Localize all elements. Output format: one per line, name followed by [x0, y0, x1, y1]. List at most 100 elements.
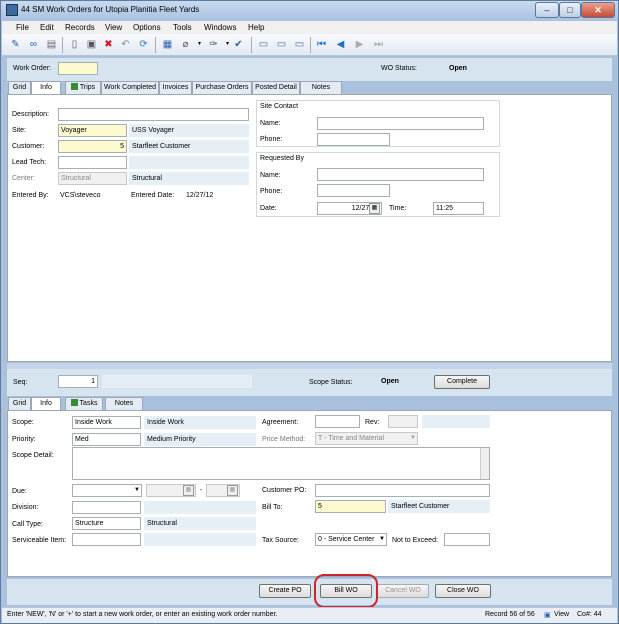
menu-file[interactable]: File: [16, 23, 29, 32]
bill-to-name: Starfleet Customer: [388, 500, 490, 513]
due-label: Due:: [12, 488, 27, 495]
agreement-name: [422, 415, 490, 428]
seq-label: Seq:: [13, 379, 28, 386]
requested-by-time-input[interactable]: 11:25: [433, 202, 484, 215]
spellcheck-icon[interactable]: ✔: [231, 37, 246, 52]
maximize-button[interactable]: □: [559, 2, 581, 18]
view-indicator[interactable]: View: [554, 611, 569, 618]
status-bar: Enter 'NEW', 'N' or '+' to start a new w…: [2, 607, 617, 623]
site-contact-phone-label: Phone:: [260, 136, 283, 143]
refresh-icon[interactable]: ⟳: [136, 37, 151, 52]
scope-detail-scrollbar[interactable]: [480, 448, 489, 479]
calculator-icon[interactable]: ▦: [160, 37, 175, 52]
requested-by-name-input[interactable]: [317, 168, 484, 181]
dropdown-icon[interactable]: ▾: [192, 37, 207, 52]
scope-detail-textarea[interactable]: [72, 447, 490, 480]
scope-input[interactable]: Inside Work: [72, 416, 141, 429]
menu-help[interactable]: Help: [248, 23, 264, 32]
division-label: Division:: [12, 504, 39, 511]
prev-record-icon[interactable]: ◀: [333, 37, 348, 52]
site-input[interactable]: Voyager: [58, 124, 127, 137]
tab-purchase-orders[interactable]: Purchase Orders: [192, 81, 252, 94]
lead-tech-input[interactable]: [58, 156, 127, 169]
tab-trips[interactable]: Trips: [65, 81, 101, 94]
seq-description: [102, 375, 252, 388]
tab-invoices[interactable]: Invoices: [159, 81, 192, 94]
wo-status-value: Open: [449, 65, 467, 72]
tab-tasks[interactable]: Tasks: [65, 397, 103, 410]
not-to-exceed-input[interactable]: [444, 533, 490, 546]
entered-date-value: 12/27/12: [186, 192, 214, 199]
requested-by-date-label: Date:: [260, 205, 277, 212]
work-order-tabs: Grid Info Trips Work Completed Invoices …: [8, 81, 612, 95]
customer-po-input[interactable]: [315, 484, 490, 497]
pen-icon[interactable]: ✑: [206, 37, 221, 52]
site-contact-phone-input[interactable]: [317, 133, 390, 146]
menu-tools[interactable]: Tools: [173, 23, 192, 32]
call-type-input[interactable]: Structure: [72, 517, 141, 530]
attachment-icon[interactable]: ⌀: [178, 37, 193, 52]
close-window-button[interactable]: ✕: [581, 2, 615, 18]
tab-notes[interactable]: Notes: [300, 81, 342, 94]
requested-by-time-label: Time:: [389, 205, 407, 212]
customer-label: Customer:: [12, 143, 45, 150]
scope-info-panel: Scope: Inside Work Inside Work Agreement…: [7, 410, 612, 577]
call-type-label: Call Type:: [12, 521, 43, 528]
site-contact-group: Site Contact Name: Phone:: [256, 100, 500, 147]
window-icon[interactable]: ▭: [256, 37, 271, 52]
division-input[interactable]: [72, 501, 141, 514]
requested-by-phone-input[interactable]: [317, 184, 390, 197]
tab-scope-grid[interactable]: Grid: [8, 397, 31, 410]
menu-edit[interactable]: Edit: [40, 23, 54, 32]
complete-button[interactable]: Complete: [434, 375, 490, 389]
work-order-input[interactable]: [58, 62, 98, 75]
tax-source-select[interactable]: 0 - Service Center: [315, 533, 387, 546]
tab-scope-notes[interactable]: Notes: [105, 397, 143, 410]
site-contact-name-label: Name:: [260, 120, 281, 127]
bill-to-input[interactable]: 5: [315, 500, 386, 513]
calendar-icon[interactable]: ▦: [369, 203, 380, 214]
window3-icon[interactable]: ▭: [292, 37, 307, 52]
priority-input[interactable]: Med: [72, 433, 141, 446]
last-record-icon[interactable]: ⏭: [371, 37, 386, 52]
description-input[interactable]: [58, 108, 249, 121]
site-name: USS Voyager: [129, 124, 249, 137]
menu-windows[interactable]: Windows: [204, 23, 236, 32]
customer-input[interactable]: 5: [58, 140, 127, 153]
tab-grid[interactable]: Grid: [8, 81, 31, 94]
first-record-icon[interactable]: ⏮: [314, 37, 329, 52]
scope-label: Scope:: [12, 419, 34, 426]
tab-posted-detail[interactable]: Posted Detail: [252, 81, 300, 94]
delete-icon[interactable]: ✖: [101, 37, 116, 52]
menu-options[interactable]: Options: [133, 23, 161, 32]
serviceable-item-input[interactable]: [72, 533, 141, 546]
undo-icon[interactable]: ↶: [118, 37, 133, 52]
print-preview-icon[interactable]: ▤: [44, 37, 59, 52]
link-icon[interactable]: ∞: [26, 37, 41, 52]
window2-icon[interactable]: ▭: [274, 37, 289, 52]
customer-po-label: Customer PO:: [262, 487, 307, 494]
close-wo-button[interactable]: Close WO: [435, 584, 491, 598]
priority-name: Medium Priority: [144, 433, 256, 446]
menu-view[interactable]: View: [105, 23, 122, 32]
tab-tasks-label: Tasks: [79, 400, 98, 407]
menu-records[interactable]: Records: [65, 23, 95, 32]
site-contact-name-input[interactable]: [317, 117, 484, 130]
app-icon: [6, 4, 18, 16]
toolbar-separator: [310, 37, 311, 53]
save-icon[interactable]: ▣: [84, 37, 99, 52]
scope-status-label: Scope Status:: [309, 379, 353, 386]
agreement-input[interactable]: [315, 415, 360, 428]
tab-scope-info[interactable]: Info: [31, 397, 61, 411]
next-record-icon[interactable]: ▶: [352, 37, 367, 52]
tab-work-completed[interactable]: Work Completed: [101, 81, 159, 94]
create-po-button[interactable]: Create PO: [259, 584, 311, 598]
tab-info[interactable]: Info: [31, 81, 61, 95]
work-order-header: Work Order: WO Status: Open: [7, 58, 612, 81]
document-icon[interactable]: ▯: [67, 37, 82, 52]
seq-input[interactable]: 1: [58, 375, 98, 388]
toolbar: ✎ ∞ ▤ ▯ ▣ ✖ ↶ ⟳ ▦ ⌀ ▾ ✑ ▾ ✔ ▭ ▭ ▭ ⏮ ◀ ▶ …: [2, 34, 617, 56]
edit-icon[interactable]: ✎: [8, 37, 23, 52]
due-select[interactable]: [72, 484, 142, 497]
minimize-button[interactable]: –: [535, 2, 559, 18]
